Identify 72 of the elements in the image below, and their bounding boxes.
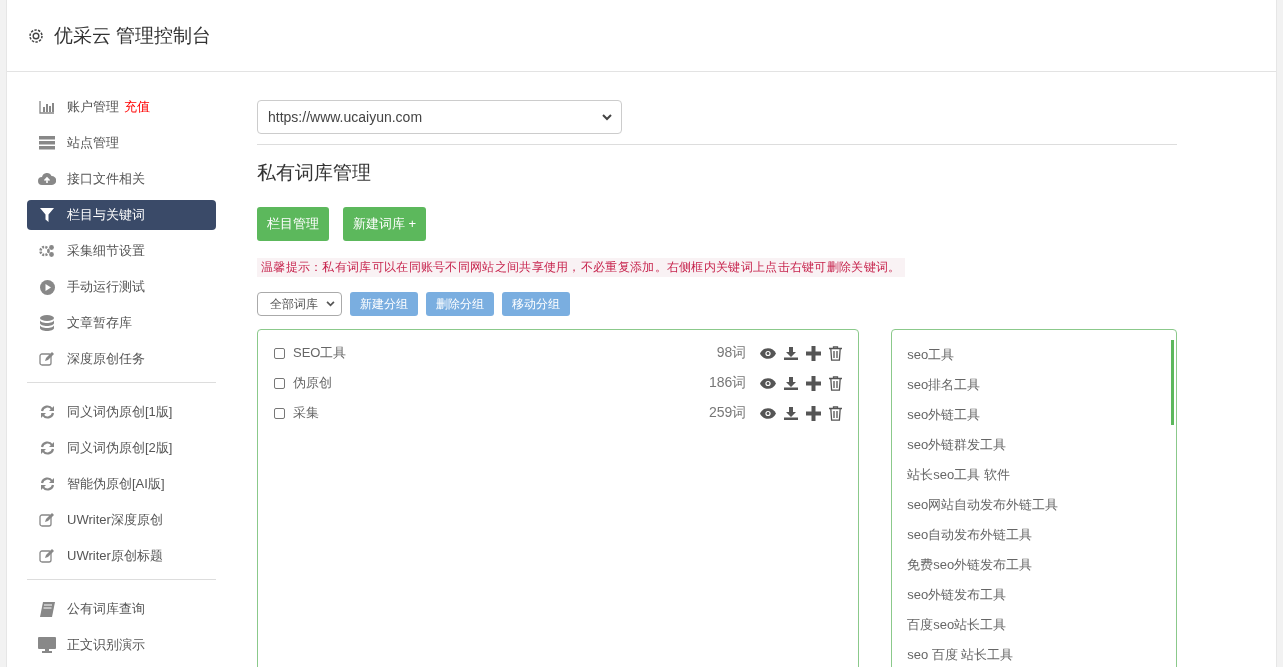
edit-icon xyxy=(38,549,56,563)
section-title: 私有词库管理 xyxy=(257,161,372,185)
keyword-item[interactable]: seo外链工具 xyxy=(907,400,1161,430)
trash-icon[interactable] xyxy=(829,375,843,391)
keyword-item[interactable]: seo排名工具 xyxy=(907,370,1161,400)
library-name[interactable]: 伪原创 xyxy=(293,374,332,392)
edit-icon xyxy=(38,352,56,366)
trash-icon[interactable] xyxy=(829,345,843,361)
chevron-icon xyxy=(602,113,612,121)
tip-text: 温馨提示：私有词库可以在同账号不同网站之间共享使用，不必重复添加。右侧框内关键词上点击右键可删除关键词。 xyxy=(257,258,905,277)
sidebar-item[interactable]: 栏目与关键词 xyxy=(27,200,216,230)
keyword-item[interactable]: seo外链群发工具 xyxy=(907,430,1161,460)
eye-icon[interactable] xyxy=(760,407,777,419)
settings-icon xyxy=(27,26,45,45)
refresh-icon xyxy=(38,405,56,419)
play-icon xyxy=(38,279,56,295)
bar-chart-icon xyxy=(38,100,56,114)
library-name[interactable]: SEO工具 xyxy=(293,344,347,362)
trash-icon[interactable] xyxy=(829,405,843,421)
plus-icon[interactable] xyxy=(806,375,822,391)
edit-icon xyxy=(38,513,56,527)
keyword-item[interactable]: seo工具 xyxy=(907,340,1161,370)
eye-icon[interactable] xyxy=(760,377,777,389)
gears-icon xyxy=(38,244,56,258)
word-count: 186词 xyxy=(708,374,747,392)
refresh-icon xyxy=(38,477,56,491)
sidebar-item[interactable]: 正文识别演示 xyxy=(27,630,216,660)
sidebar-item[interactable]: 同义词伪原创[1版] xyxy=(27,397,216,427)
sidebar-item[interactable]: UWriter深度原创 xyxy=(27,505,216,535)
sidebar-item[interactable]: 同义词伪原创[2版] xyxy=(27,433,216,463)
server-icon xyxy=(38,136,56,150)
sidebar-item[interactable]: 文章暂存库 xyxy=(27,308,216,338)
eye-icon[interactable] xyxy=(760,347,777,359)
keyword-item[interactable]: seo网站自动发布外链工具 xyxy=(907,490,1161,520)
checkbox[interactable] xyxy=(274,377,285,389)
monitor-icon xyxy=(38,637,56,653)
keyword-item[interactable]: seo自动发布外链工具 xyxy=(907,520,1161,550)
checkbox[interactable] xyxy=(274,407,285,419)
keyword-item[interactable]: 站长seo工具 软件 xyxy=(907,460,1161,490)
word-count: 98词 xyxy=(716,344,747,362)
sidebar-item[interactable]: 智能伪原创[AI版] xyxy=(27,469,216,499)
recharge-link[interactable]: 充值 xyxy=(124,98,150,116)
scrollbar[interactable] xyxy=(1171,340,1174,425)
sidebar-item[interactable]: 站点管理 xyxy=(27,128,216,158)
site-select[interactable]: https://www.ucaiyun.com xyxy=(257,100,622,134)
filter-icon xyxy=(38,208,56,222)
download-icon[interactable] xyxy=(784,376,799,390)
library-filter-select[interactable]: 全部词库 xyxy=(257,292,342,316)
checkbox[interactable] xyxy=(274,347,285,359)
keyword-item[interactable]: 免费seo外链发布工具 xyxy=(907,550,1161,580)
database-icon xyxy=(38,315,56,331)
word-count: 259词 xyxy=(708,404,747,422)
download-icon[interactable] xyxy=(784,346,799,360)
sidebar-item[interactable]: 深度原创任务 xyxy=(27,344,216,374)
sidebar-item[interactable]: 采集细节设置 xyxy=(27,236,216,266)
plus-icon[interactable] xyxy=(806,345,822,361)
sidebar-item[interactable]: 公有词库查询 xyxy=(27,594,216,624)
book-icon xyxy=(38,601,56,617)
download-icon[interactable] xyxy=(784,406,799,420)
chevron-icon xyxy=(326,301,335,307)
sidebar-item[interactable]: 手动运行测试 xyxy=(27,272,216,302)
sidebar-item[interactable]: UWriter原创标题 xyxy=(27,541,216,571)
plus-icon[interactable] xyxy=(806,405,822,421)
console-title: 优采云 管理控制台 xyxy=(54,23,212,48)
keyword-item[interactable]: seo外链发布工具 xyxy=(907,580,1161,610)
sidebar-item[interactable]: 账户管理 充值 xyxy=(27,92,216,122)
refresh-icon xyxy=(38,441,56,455)
keyword-item[interactable]: 百度seo站长工具 xyxy=(907,610,1161,640)
cloud-upload-icon xyxy=(38,172,56,186)
sidebar-item[interactable]: 接口文件相关 xyxy=(27,164,216,194)
keyword-item[interactable]: seo 百度 站长工具 xyxy=(907,640,1161,667)
library-name[interactable]: 采集 xyxy=(293,404,319,422)
